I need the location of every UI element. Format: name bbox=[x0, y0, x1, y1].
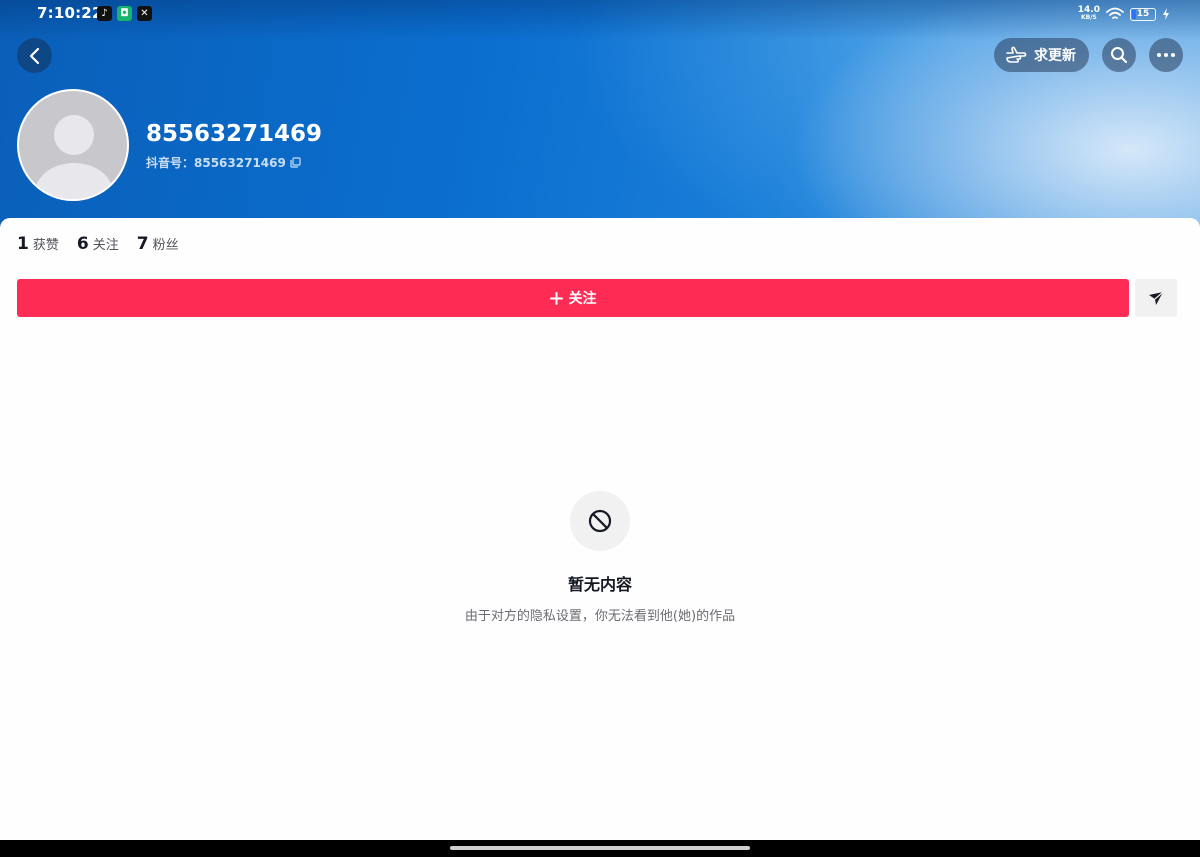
capcut-icon: ✕ bbox=[137, 6, 152, 21]
follow-button-label: 关注 bbox=[568, 291, 597, 307]
battery-level bbox=[1132, 9, 1136, 19]
stat-following-label: 关注 bbox=[92, 238, 119, 253]
share-button[interactable] bbox=[1135, 279, 1177, 317]
stat-likes-label: 获赞 bbox=[32, 238, 59, 253]
status-indicators: 14.0 KB/S 15 bbox=[1078, 6, 1170, 22]
douyin-id-row[interactable]: 抖音号：85563271469 bbox=[146, 154, 301, 171]
avatar[interactable] bbox=[17, 89, 129, 201]
request-update-label: 求更新 bbox=[1034, 48, 1076, 64]
battery-percent: 15 bbox=[1136, 8, 1150, 19]
wifi-icon bbox=[1106, 7, 1124, 19]
empty-state-description: 由于对方的隐私设置，你无法看到他(她)的作品 bbox=[464, 609, 736, 624]
request-update-button[interactable]: 求更新 bbox=[994, 38, 1089, 72]
stat-followers[interactable]: 7 粉丝 bbox=[137, 234, 179, 254]
follow-button[interactable]: 关注 bbox=[17, 279, 1129, 317]
plus-icon bbox=[549, 291, 563, 305]
pointing-hand-icon bbox=[1006, 46, 1027, 63]
tiktok-icon: ♪ bbox=[97, 6, 112, 21]
status-bar: 7:10:22 ♪ ◘ ✕ 14.0 KB/S 15 bbox=[0, 0, 1200, 28]
screen: 7:10:22 ♪ ◘ ✕ 14.0 KB/S 15 求更新 855632714… bbox=[0, 0, 1200, 857]
stat-likes-count: 1 bbox=[17, 234, 29, 254]
network-speed-unit: KB/S bbox=[1081, 14, 1097, 21]
stat-followers-count: 7 bbox=[136, 234, 149, 254]
charging-icon bbox=[1163, 8, 1169, 20]
search-button[interactable] bbox=[1102, 38, 1136, 72]
empty-state: 暂无内容 由于对方的隐私设置，你无法看到他(她)的作品 bbox=[0, 491, 1200, 624]
copy-icon bbox=[290, 157, 301, 168]
profile-banner bbox=[0, 0, 1200, 240]
prohibited-icon bbox=[588, 509, 612, 533]
empty-state-title: 暂无内容 bbox=[567, 575, 632, 594]
home-indicator[interactable] bbox=[450, 846, 750, 850]
more-dots-icon bbox=[1157, 53, 1175, 57]
avatar-placeholder-body bbox=[35, 163, 113, 199]
profile-content-sheet: 1 获赞 6 关注 7 粉丝 关注 暂无内容 由于对方的隐私设置，你无法看到他(… bbox=[0, 218, 1200, 840]
more-button[interactable] bbox=[1149, 38, 1183, 72]
network-speed: 14.0 KB/S bbox=[1078, 6, 1100, 22]
empty-state-icon-wrap bbox=[570, 491, 630, 551]
search-icon bbox=[1111, 47, 1128, 64]
top-actions: 求更新 bbox=[994, 38, 1183, 72]
chevron-left-icon bbox=[29, 47, 39, 64]
stat-followers-label: 粉丝 bbox=[152, 238, 179, 253]
back-button[interactable] bbox=[17, 38, 52, 73]
send-icon bbox=[1149, 291, 1164, 305]
douyin-id-text: 抖音号：85563271469 bbox=[146, 156, 286, 170]
profile-stats: 1 获赞 6 关注 7 粉丝 bbox=[17, 234, 179, 254]
stat-following[interactable]: 6 关注 bbox=[77, 234, 119, 254]
status-time: 7:10:22 bbox=[37, 4, 103, 22]
avatar-placeholder-head bbox=[54, 115, 94, 155]
stat-likes[interactable]: 1 获赞 bbox=[17, 234, 59, 254]
profile-username: 85563271469 bbox=[146, 121, 323, 147]
battery-icon: 15 bbox=[1130, 7, 1156, 21]
stat-following-count: 6 bbox=[76, 234, 89, 254]
shield-app-icon: ◘ bbox=[117, 6, 132, 21]
